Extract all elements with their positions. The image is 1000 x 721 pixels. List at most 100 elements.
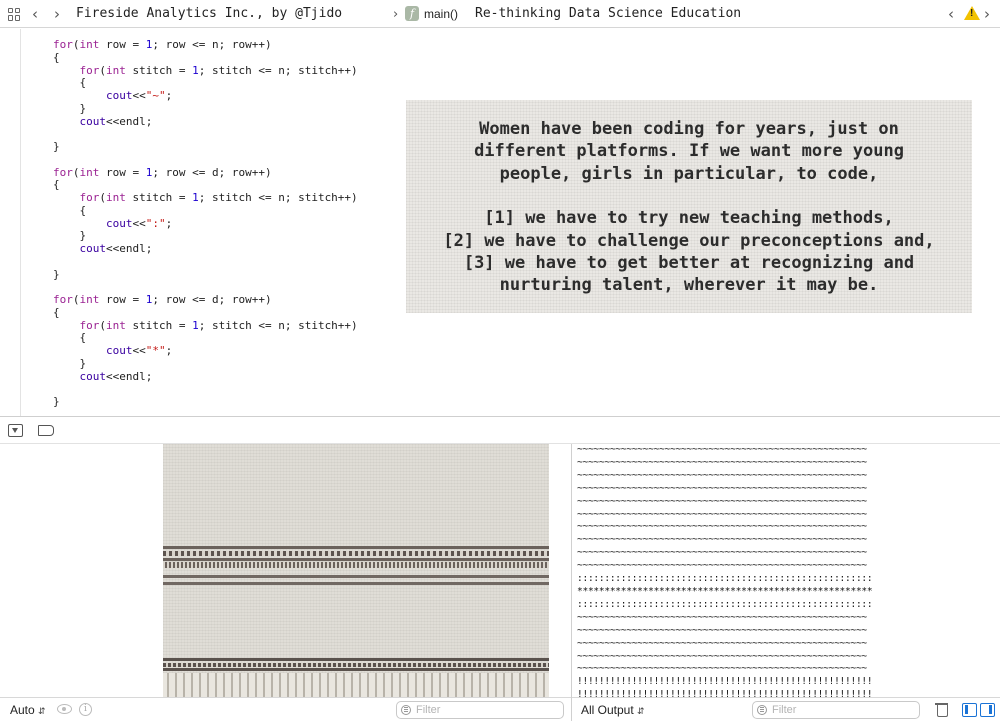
code-token: cout	[105, 344, 133, 357]
code-token: 1	[192, 318, 199, 332]
code-line[interactable]	[53, 383, 358, 396]
code-line[interactable]: for(int row = 1; row <= d; row++)	[53, 165, 358, 180]
show-variables-pane-icon[interactable]	[962, 703, 977, 717]
console-line: ~~~~~~~~~~~~~~~~~~~~~~~~~~~~~~~~~~~~~~~~…	[577, 444, 867, 455]
code-token: ; stitch <= n; stitch++)	[198, 191, 358, 204]
code-token: stitch =	[125, 318, 193, 332]
console-line: ~~~~~~~~~~~~~~~~~~~~~~~~~~~~~~~~~~~~~~~~…	[577, 611, 867, 623]
code-line[interactable]: cout<<endl;	[53, 370, 358, 384]
console-filter-field[interactable]	[752, 701, 920, 719]
console-filter-input[interactable]	[772, 703, 912, 717]
code-token: stitch =	[125, 191, 193, 204]
forward-chevron-icon[interactable]: ›	[54, 5, 60, 23]
console-line: ~~~~~~~~~~~~~~~~~~~~~~~~~~~~~~~~~~~~~~~~…	[577, 560, 867, 572]
code-token: cout	[79, 114, 107, 128]
code-line[interactable]: cout<<":";	[53, 216, 358, 231]
console-line: ~~~~~~~~~~~~~~~~~~~~~~~~~~~~~~~~~~~~~~~~…	[577, 624, 867, 636]
code-token: ; row <= d; row++)	[152, 165, 272, 179]
variables-view[interactable]	[0, 444, 571, 697]
code-token: {	[53, 331, 87, 345]
console-line: ~~~~~~~~~~~~~~~~~~~~~~~~~~~~~~~~~~~~~~~~…	[577, 637, 867, 649]
code-token: }	[53, 395, 60, 408]
code-line[interactable]: cout<<endl;	[53, 242, 358, 256]
console-output[interactable]: ~~~~~~~~~~~~~~~~~~~~~~~~~~~~~~~~~~~~~~~~…	[572, 444, 1000, 697]
console-line: ~~~~~~~~~~~~~~~~~~~~~~~~~~~~~~~~~~~~~~~~…	[577, 482, 867, 494]
code-line[interactable]: }	[53, 395, 358, 409]
code-token: (	[99, 63, 106, 77]
console-line: !!!!!!!!!!!!!!!!!!!!!!!!!!!!!!!!!!!!!!!!…	[577, 676, 873, 688]
breakpoints-toggle-icon[interactable]	[38, 425, 54, 436]
console-line: !!!!!!!!!!!!!!!!!!!!!!!!!!!!!!!!!!!!!!!!…	[577, 689, 873, 697]
output-selector[interactable]: All Output ⇵	[581, 703, 645, 717]
code-token: }	[53, 101, 87, 115]
jump-bar: ‹ › Fireside Analytics Inc., by @Tjido ›…	[0, 0, 1000, 28]
code-token: int	[106, 191, 126, 204]
code-token: for	[53, 293, 73, 306]
code-line[interactable]	[53, 128, 358, 141]
line-gutter[interactable]	[0, 29, 21, 416]
console-status-bar: All Output ⇵	[572, 697, 1000, 721]
source-editor[interactable]: for(int row = 1; row <= n; row++){ for(i…	[0, 29, 1000, 416]
quote-line: different platforms. If we want more you…	[474, 141, 904, 162]
code-token: int	[106, 63, 126, 77]
code-line[interactable]: for(int row = 1; row <= n; row++)	[53, 38, 358, 52]
variables-filter-field[interactable]	[396, 701, 564, 719]
code-token: for	[79, 318, 100, 332]
back-chevron-icon[interactable]: ‹	[32, 5, 38, 23]
next-issue-chevron-icon[interactable]: ›	[984, 5, 990, 23]
quote-line: Women have been coding for years, just o…	[479, 119, 899, 139]
info-icon[interactable]: i	[79, 703, 92, 716]
trash-icon[interactable]	[935, 702, 948, 717]
code-token: }	[53, 229, 87, 243]
warning-icon[interactable]: !	[964, 6, 980, 20]
code-line[interactable]: cout<<"*";	[53, 344, 358, 358]
auto-scope-selector[interactable]: Auto ⇵	[10, 703, 46, 717]
project-breadcrumb[interactable]: Fireside Analytics Inc., by @Tjido	[76, 6, 342, 21]
code-token: for	[79, 63, 100, 77]
code-token: cout	[105, 216, 133, 230]
code-token: <<	[132, 216, 146, 230]
code-token: ; stitch <= n; stitch++)	[198, 63, 358, 77]
code-token: stitch =	[125, 63, 193, 77]
related-items-icon[interactable]	[8, 5, 21, 23]
code-line[interactable]	[53, 256, 358, 269]
code-line[interactable]: cout<<endl;	[53, 114, 358, 129]
breadcrumb-separator-icon: ›	[393, 6, 399, 22]
code-token: ; row <= n; row++)	[152, 38, 272, 51]
function-breadcrumb[interactable]: main()	[424, 7, 458, 21]
code-token: "~"	[145, 89, 166, 102]
code-text[interactable]: for(int row = 1; row <= n; row++){ for(i…	[53, 38, 358, 409]
code-token: for	[79, 191, 100, 204]
code-line[interactable]: for(int row = 1; row <= d; row++)	[53, 293, 358, 307]
code-line[interactable]: for(int stitch = 1; stitch <= n; stitch+…	[53, 191, 358, 205]
filter-icon	[757, 705, 767, 715]
code-line[interactable]: }	[53, 140, 358, 154]
quote-line: [3] we have to get better at recognizing…	[463, 253, 915, 274]
quote-paragraph-2: [1] we have to try new teaching methods,…	[406, 207, 972, 297]
code-token: int	[79, 38, 100, 51]
code-token: row =	[99, 165, 146, 179]
code-token: ;	[165, 216, 173, 230]
variables-filter-input[interactable]	[416, 703, 556, 717]
code-token: <<	[132, 89, 146, 102]
code-token: {	[53, 50, 60, 64]
show-console-pane-icon[interactable]	[980, 703, 995, 717]
code-line[interactable]: cout<<"~";	[53, 89, 358, 103]
code-token: ; stitch <= n; stitch++)	[198, 318, 358, 332]
hide-debug-area-icon[interactable]	[8, 424, 23, 437]
console-line: ~~~~~~~~~~~~~~~~~~~~~~~~~~~~~~~~~~~~~~~~…	[577, 508, 867, 520]
code-token: row =	[99, 38, 146, 51]
code-token: 1	[192, 191, 199, 204]
code-token: for	[53, 38, 73, 51]
code-line[interactable]: }	[53, 268, 358, 282]
code-line[interactable]: for(int stitch = 1; stitch <= n; stitch+…	[53, 318, 358, 333]
previous-issue-chevron-icon[interactable]: ‹	[948, 5, 954, 23]
quick-look-eye-icon[interactable]	[57, 704, 72, 714]
code-token: int	[79, 293, 100, 306]
console-text[interactable]: ~~~~~~~~~~~~~~~~~~~~~~~~~~~~~~~~~~~~~~~~…	[577, 444, 873, 697]
variables-status-bar: Auto ⇵ i	[0, 697, 571, 721]
code-line[interactable]: for(int stitch = 1; stitch <= n; stitch+…	[53, 63, 358, 78]
